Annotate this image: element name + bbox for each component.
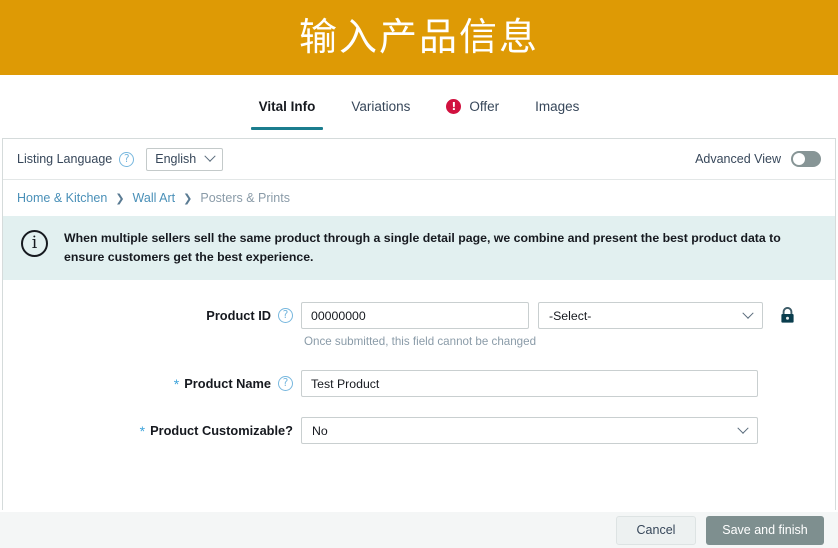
- product-customizable-label-cell: * Product Customizable?: [3, 417, 293, 438]
- listing-language-select[interactable]: English: [146, 148, 223, 171]
- tab-images-label: Images: [535, 99, 579, 114]
- breadcrumb-item-wall-art[interactable]: Wall Art: [133, 191, 176, 205]
- breadcrumb: Home & Kitchen ❯ Wall Art ❯ Posters & Pr…: [3, 180, 835, 216]
- save-and-finish-button[interactable]: Save and finish: [706, 516, 824, 545]
- product-id-control-line: -Select-: [301, 302, 835, 329]
- chevron-down-icon: [737, 422, 748, 433]
- product-name-control-cell: [293, 370, 835, 397]
- breadcrumb-separator-icon: ❯: [115, 192, 124, 205]
- chevron-down-icon: [742, 307, 753, 318]
- required-asterisk-icon: *: [140, 424, 145, 438]
- advanced-view-toggle[interactable]: [791, 151, 821, 167]
- product-id-type-value: -Select-: [549, 309, 744, 323]
- page-banner: 输入产品信息: [0, 0, 838, 75]
- advanced-view-label: Advanced View: [695, 152, 781, 166]
- breadcrumb-item-home-kitchen[interactable]: Home & Kitchen: [17, 191, 107, 205]
- product-id-label: Product ID: [206, 308, 271, 323]
- product-id-input[interactable]: [301, 302, 529, 329]
- product-form: Product ID ? -Select-: [3, 280, 835, 444]
- tab-variations[interactable]: Variations: [333, 84, 428, 130]
- error-alert-icon: !: [446, 99, 461, 114]
- tab-offer-label: Offer: [469, 99, 499, 114]
- product-customizable-control-cell: No: [293, 417, 835, 444]
- cancel-button[interactable]: Cancel: [616, 516, 696, 545]
- active-tab-indicator: [251, 127, 324, 130]
- product-id-label-cell: Product ID ?: [3, 302, 293, 323]
- required-asterisk-icon: *: [174, 377, 179, 391]
- product-customizable-select[interactable]: No: [301, 417, 758, 444]
- breadcrumb-item-posters-prints: Posters & Prints: [200, 191, 290, 205]
- lock-icon: [780, 307, 795, 324]
- product-customizable-label: Product Customizable?: [150, 423, 293, 438]
- listing-language-value: English: [155, 152, 196, 166]
- listing-language-label: Listing Language: [17, 152, 112, 166]
- tab-variations-label: Variations: [351, 99, 410, 114]
- product-id-control-cell: -Select- Once submitted, this field cann…: [293, 302, 835, 348]
- product-customizable-control-line: No: [301, 417, 835, 444]
- advanced-view-control: Advanced View: [695, 151, 821, 167]
- breadcrumb-separator-icon: ❯: [183, 192, 192, 205]
- tab-offer[interactable]: ! Offer: [428, 84, 517, 130]
- question-circle-icon[interactable]: ?: [119, 152, 134, 167]
- field-row-product-id: Product ID ? -Select-: [3, 302, 835, 348]
- form-footer: Cancel Save and finish: [0, 512, 838, 548]
- listing-language-row: Listing Language ? English Advanced View: [3, 139, 835, 180]
- product-name-label: Product Name: [184, 376, 271, 391]
- product-id-type-select[interactable]: -Select-: [538, 302, 763, 329]
- product-name-label-cell: * Product Name ?: [3, 370, 293, 391]
- toggle-knob: [793, 153, 805, 165]
- product-name-control-line: [301, 370, 835, 397]
- product-customizable-value: No: [312, 424, 739, 438]
- product-name-input[interactable]: [301, 370, 758, 397]
- field-row-product-customizable: * Product Customizable? No: [3, 417, 835, 444]
- question-circle-icon[interactable]: ?: [278, 376, 293, 391]
- chevron-down-icon: [205, 151, 216, 162]
- tab-vital-info[interactable]: Vital Info: [241, 84, 334, 130]
- page-title: 输入产品信息: [299, 19, 539, 57]
- tab-bar: Vital Info Variations ! Offer Images: [0, 75, 838, 138]
- tab-images[interactable]: Images: [517, 84, 597, 130]
- info-message-text: When multiple sellers sell the same prod…: [64, 229, 816, 267]
- field-row-product-name: * Product Name ?: [3, 370, 835, 397]
- question-circle-icon[interactable]: ?: [278, 308, 293, 323]
- info-message-banner: i When multiple sellers sell the same pr…: [3, 216, 835, 280]
- tab-vital-info-label: Vital Info: [259, 99, 316, 114]
- vital-info-panel: Listing Language ? English Advanced View…: [2, 138, 836, 510]
- info-circle-icon: i: [21, 230, 48, 257]
- product-id-hint: Once submitted, this field cannot be cha…: [301, 335, 835, 348]
